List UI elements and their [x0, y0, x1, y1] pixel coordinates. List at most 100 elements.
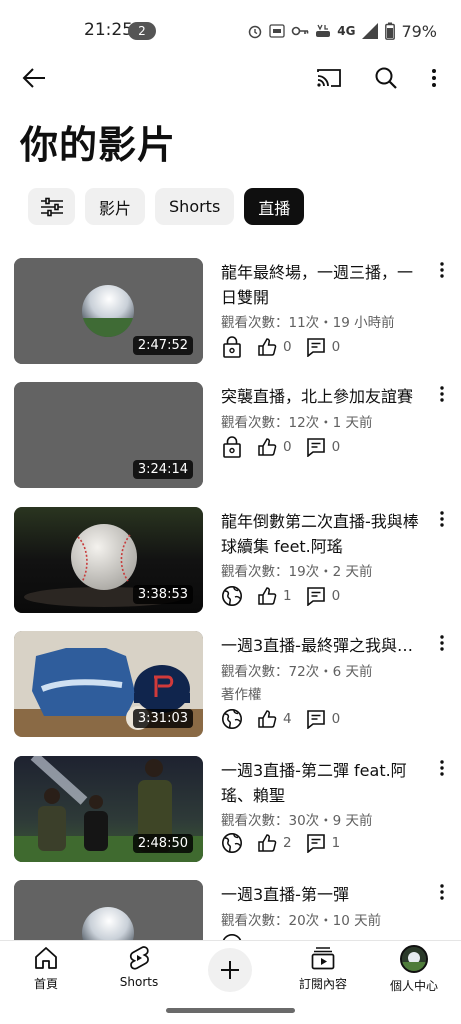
video-stats	[221, 933, 257, 940]
visibility-public[interactable]	[221, 708, 243, 730]
network-type: 4G	[337, 24, 356, 38]
video-thumbnail[interactable]: 3:31:03	[14, 631, 203, 737]
back-button[interactable]	[20, 64, 48, 92]
video-title[interactable]: 一週3直播-第二彈 feat.阿瑤、賴聖	[221, 758, 426, 808]
chip-live[interactable]: 直播	[244, 188, 305, 225]
video-thumbnail[interactable]: 3:38:53	[14, 507, 203, 613]
nav-profile[interactable]: 個人中心	[369, 945, 459, 994]
video-duration: 3:38:53	[132, 585, 193, 604]
arrow-left-icon	[22, 68, 45, 88]
gesture-bar[interactable]	[166, 1008, 295, 1013]
like-count-value: 2	[283, 835, 292, 851]
status-time: 21:25	[84, 20, 133, 40]
avatar	[400, 945, 428, 973]
globe-icon	[222, 709, 242, 729]
key-icon	[291, 26, 309, 36]
video-title[interactable]: 一週3直播-第一彈	[221, 882, 426, 907]
thumbs-up-icon	[258, 338, 277, 356]
video-stats: 0 0	[221, 436, 354, 458]
like-count-value: 4	[283, 711, 292, 727]
more-vertical-icon	[440, 760, 444, 776]
video-thumbnail[interactable]: 2:48:50	[14, 756, 203, 862]
video-thumbnail[interactable]: 3:24:14	[14, 382, 203, 488]
chip-videos[interactable]: 影片	[85, 188, 146, 225]
video-meta: 觀看次數：12次・1 天前	[221, 415, 373, 431]
video-stats: 0 0	[221, 336, 354, 358]
globe-icon	[222, 934, 242, 940]
like-count: 0	[257, 437, 292, 457]
create-button[interactable]	[208, 948, 252, 992]
video-meta: 觀看次數：11次・19 小時前	[221, 315, 395, 331]
comment-count-value: 0	[331, 588, 341, 604]
comment-icon	[306, 834, 325, 853]
visibility-public[interactable]	[221, 832, 243, 854]
video-item[interactable]: 2:48:50 一週3直播-第二彈 feat.阿瑤、賴聖 觀看次數：30次・9 …	[0, 756, 461, 862]
battery-icon	[385, 22, 396, 40]
video-meta: 觀看次數：72次・6 天前	[221, 664, 373, 680]
video-more-button[interactable]	[434, 760, 450, 784]
video-title[interactable]: 突襲直播，北上參加友誼賽	[221, 384, 426, 409]
lock-icon	[223, 436, 241, 458]
more-options-button[interactable]	[420, 64, 448, 92]
comment-count-value: 1	[331, 835, 341, 851]
filter-settings-chip[interactable]	[28, 188, 75, 225]
search-button[interactable]	[372, 64, 400, 92]
nav-home[interactable]: 首頁	[1, 945, 91, 992]
visibility-private[interactable]	[221, 336, 243, 358]
more-vertical-icon	[440, 884, 444, 900]
video-thumbnail[interactable]: 2:47:52	[14, 258, 203, 364]
video-item[interactable]: 一週3直播-第一彈 觀看次數：20次・10 天前	[0, 880, 461, 940]
video-more-button[interactable]	[434, 386, 450, 410]
video-duration: 3:31:03	[132, 709, 193, 728]
globe-icon	[222, 586, 242, 606]
plus-icon	[221, 961, 239, 979]
video-title[interactable]: 龍年最終場，一週三播，一日雙開	[221, 260, 426, 310]
video-thumbnail[interactable]	[14, 880, 203, 940]
volte-icon	[316, 24, 331, 37]
comment-count-value: 0	[331, 439, 341, 455]
video-title[interactable]: 龍年倒數第二次直播-我與棒球續集 feet.阿瑤	[221, 509, 426, 559]
app-bar	[0, 52, 461, 104]
signal-icon	[362, 23, 379, 39]
video-item[interactable]: 3:24:14 突襲直播，北上參加友誼賽 觀看次數：12次・1 天前 0 0	[0, 382, 461, 488]
nav-shorts[interactable]: Shorts	[94, 945, 184, 989]
bottom-navigation: 首頁 Shorts 訂閱內容 個人中心	[0, 940, 461, 1000]
video-item[interactable]: 2:47:52 龍年最終場，一週三播，一日雙開 觀看次數：11次・19 小時前 …	[0, 258, 461, 364]
video-stats: 4 0	[221, 708, 354, 730]
notification-count-badge: 2	[128, 22, 156, 40]
comment-icon	[306, 587, 325, 606]
filter-chips: 影片 Shorts 直播	[28, 188, 305, 225]
shorts-icon	[129, 946, 149, 970]
video-more-button[interactable]	[434, 884, 450, 908]
video-duration: 3:24:14	[132, 460, 193, 479]
like-count-value: 0	[283, 439, 292, 455]
subscriptions-icon	[311, 947, 335, 970]
comment-count: 0	[306, 709, 341, 729]
visibility-public[interactable]	[221, 585, 243, 607]
video-list: 2:47:52 龍年最終場，一週三播，一日雙開 觀看次數：11次・19 小時前 …	[0, 258, 461, 940]
cast-button[interactable]	[315, 64, 343, 92]
comment-count-value: 0	[331, 339, 341, 355]
battery-percent: 79%	[401, 21, 437, 41]
thumbs-up-icon	[258, 710, 277, 728]
like-count: 2	[257, 833, 292, 853]
sliders-icon	[40, 197, 63, 216]
nav-subscriptions-label: 訂閱內容	[298, 977, 347, 991]
video-more-button[interactable]	[434, 511, 450, 535]
video-more-button[interactable]	[434, 635, 450, 659]
video-item[interactable]: 3:31:03 一週3直播-最終彈之我與棒球 觀看次數：72次・6 天前 著作權…	[0, 631, 461, 737]
video-item[interactable]: 3:38:53 龍年倒數第二次直播-我與棒球續集 feet.阿瑤 觀看次數：19…	[0, 507, 461, 613]
nav-home-label: 首頁	[33, 977, 58, 991]
nav-subscriptions[interactable]: 訂閱內容	[278, 945, 368, 992]
visibility-private[interactable]	[221, 436, 243, 458]
chip-shorts[interactable]: Shorts	[155, 188, 235, 225]
comment-count: 0	[306, 437, 341, 457]
copyright-notice[interactable]: 著作權	[221, 683, 262, 703]
status-icons: 4G 79%	[247, 20, 437, 42]
thumbnail-image	[14, 880, 203, 940]
comment-count-value: 0	[331, 711, 341, 727]
thumbs-up-icon	[258, 834, 277, 852]
video-title[interactable]: 一週3直播-最終彈之我與棒球	[221, 633, 426, 658]
video-more-button[interactable]	[434, 262, 450, 286]
visibility-public[interactable]	[221, 933, 243, 940]
